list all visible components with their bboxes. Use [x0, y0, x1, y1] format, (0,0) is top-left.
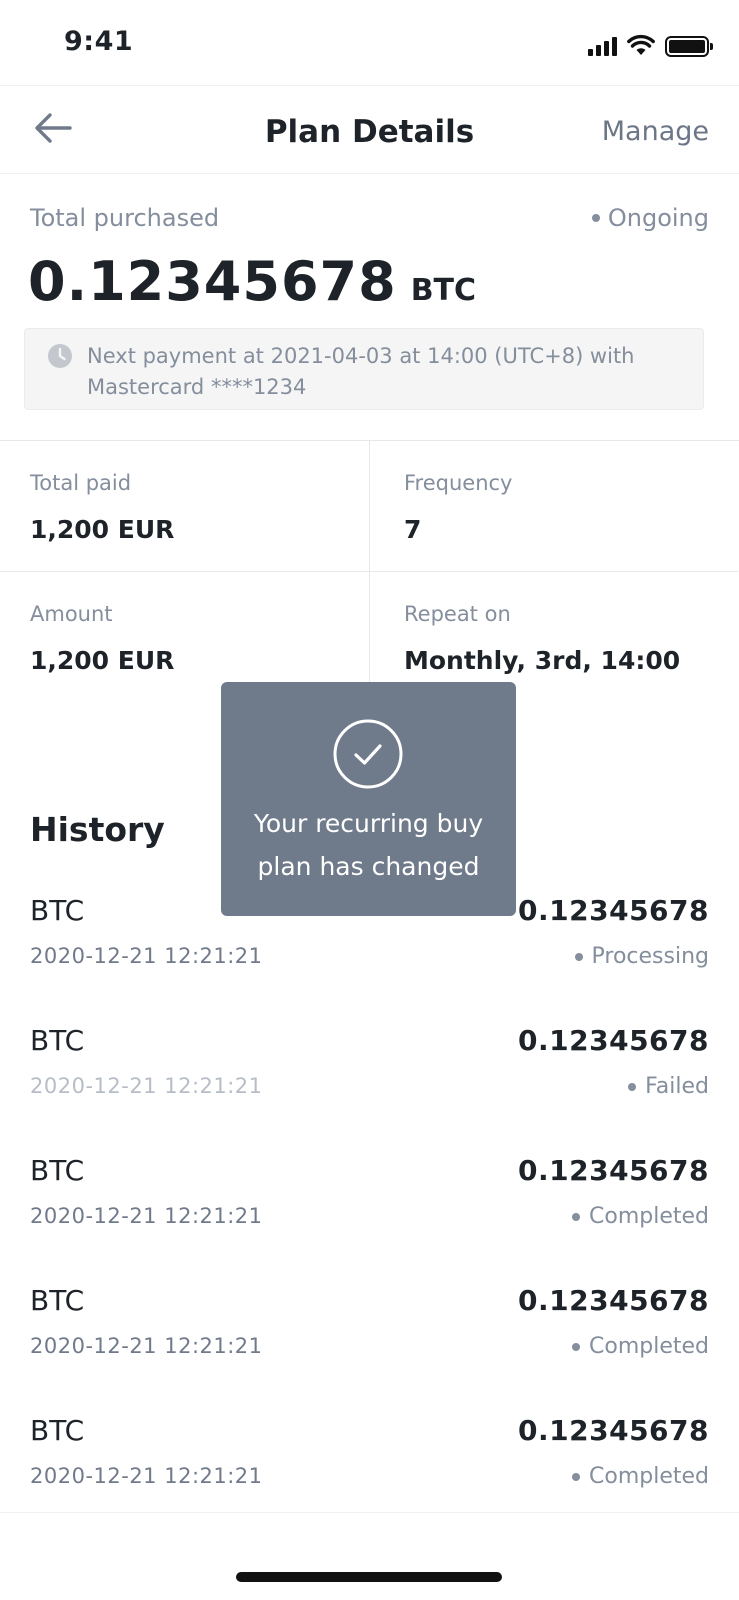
history-amount: 0.12345678 [518, 1284, 709, 1317]
history-item[interactable]: BTC 2020-12-21 12:21:21 0.12345678 Faile… [0, 1002, 739, 1132]
next-payment-text: Next payment at 2021-04-03 at 14:00 (UTC… [87, 344, 635, 399]
history-item[interactable]: BTC 2020-12-21 12:21:21 0.12345678 Compl… [0, 1392, 739, 1522]
history-asset: BTC [30, 1154, 85, 1187]
cellular-signal-icon [588, 36, 617, 56]
stat-frequency: Frequency 7 [369, 441, 738, 571]
stat-total-paid: Total paid 1,200 EUR [0, 441, 369, 571]
manage-button[interactable]: Manage [602, 116, 709, 147]
status-dot [591, 214, 600, 222]
plan-stats-grid: Total paid 1,200 EUR Frequency 7 Amount … [0, 440, 739, 701]
history-status: Completed [572, 1464, 709, 1489]
amount-value: 1,200 EUR [30, 646, 175, 675]
total-paid-label: Total paid [30, 471, 132, 495]
history-amount: 0.12345678 [518, 1024, 709, 1057]
history-amount: 0.12345678 [518, 1414, 709, 1447]
status-dot [574, 952, 583, 961]
history-date: 2020-12-21 12:21:21 [30, 1074, 263, 1098]
total-amount: 0.12345678 [28, 250, 397, 313]
clock-icon [48, 344, 72, 368]
repeat-on-value: Monthly, 3rd, 14:00 [404, 646, 681, 675]
status-bar: 9:41 [0, 0, 739, 86]
history-asset: BTC [30, 1024, 85, 1057]
nav-bar: Plan Details Manage [0, 86, 739, 174]
status-time: 9:41 [64, 26, 134, 57]
battery-icon [665, 36, 713, 57]
history-date: 2020-12-21 12:21:21 [30, 1464, 263, 1488]
history-amount: 0.12345678 [518, 1154, 709, 1187]
total-paid-value: 1,200 EUR [30, 515, 175, 544]
history-item[interactable]: BTC 2020-12-21 12:21:21 0.12345678 Compl… [0, 1132, 739, 1262]
total-purchased-value: 0.12345678 BTC [28, 250, 476, 313]
divider [0, 1512, 739, 1513]
plan-summary: Total purchased Ongoing 0.12345678 BTC N… [0, 174, 739, 440]
toast-line-1: Your recurring buy [253, 809, 484, 838]
history-status-text: Completed [589, 1204, 709, 1229]
frequency-value: 7 [404, 515, 422, 544]
status-dot [572, 1472, 580, 1481]
history-date: 2020-12-21 12:21:21 [30, 1204, 263, 1228]
total-purchased-label: Total purchased [30, 204, 220, 232]
frequency-label: Frequency [404, 471, 513, 495]
history-asset: BTC [30, 894, 85, 927]
amount-label: Amount [30, 602, 113, 626]
history-status-text: Failed [645, 1074, 709, 1099]
history-status: Completed [572, 1204, 709, 1229]
history-date: 2020-12-21 12:21:21 [30, 1334, 263, 1358]
status-dot [628, 1082, 637, 1091]
history-status-text: Processing [591, 944, 709, 969]
next-payment-notice: Next payment at 2021-04-03 at 14:00 (UTC… [24, 328, 704, 410]
history-asset: BTC [30, 1414, 85, 1447]
status-dot [572, 1212, 580, 1221]
history-status: Failed [628, 1074, 709, 1099]
history-amount: 0.12345678 [518, 894, 709, 927]
history-date: 2020-12-21 12:21:21 [30, 944, 263, 968]
status-dot [572, 1342, 580, 1351]
home-indicator[interactable] [236, 1572, 502, 1582]
toast-message: Your recurring buy plan has changed [231, 802, 506, 888]
history-heading: History [30, 810, 165, 849]
wifi-icon [627, 34, 655, 55]
history-item[interactable]: BTC 2020-12-21 12:21:21 0.12345678 Compl… [0, 1262, 739, 1392]
history-status-text: Completed [589, 1334, 709, 1359]
history-status: Processing [574, 944, 709, 969]
success-toast: Your recurring buy plan has changed [221, 682, 516, 916]
history-status-text: Completed [589, 1464, 709, 1489]
history-asset: BTC [30, 1284, 85, 1317]
repeat-on-label: Repeat on [404, 602, 511, 626]
total-unit: BTC [410, 273, 477, 308]
status-icons [588, 32, 713, 57]
history-status: Completed [572, 1334, 709, 1359]
toast-line-2: plan has changed [257, 852, 480, 881]
check-circle-icon [333, 719, 403, 789]
plan-status-text: Ongoing [607, 204, 709, 232]
plan-status-badge: Ongoing [591, 204, 709, 232]
history-list: BTC 2020-12-21 12:21:21 0.12345678 Proce… [0, 872, 739, 1522]
